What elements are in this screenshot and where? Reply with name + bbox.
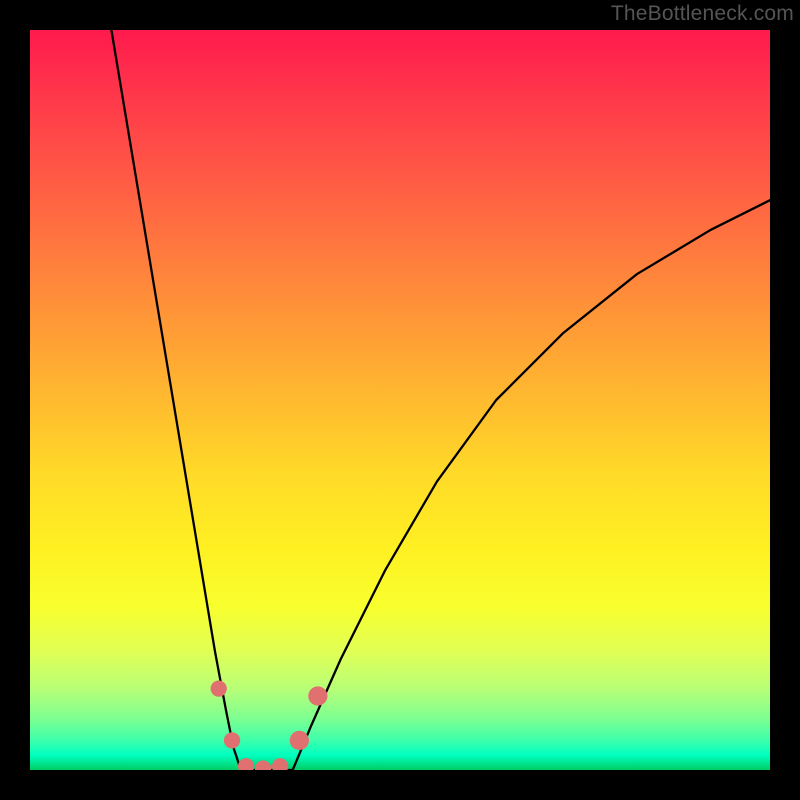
background-gradient	[30, 30, 770, 770]
plot-area	[30, 30, 770, 770]
watermark-label: TheBottleneck.com	[611, 2, 794, 26]
chart-frame: TheBottleneck.com	[0, 0, 800, 800]
